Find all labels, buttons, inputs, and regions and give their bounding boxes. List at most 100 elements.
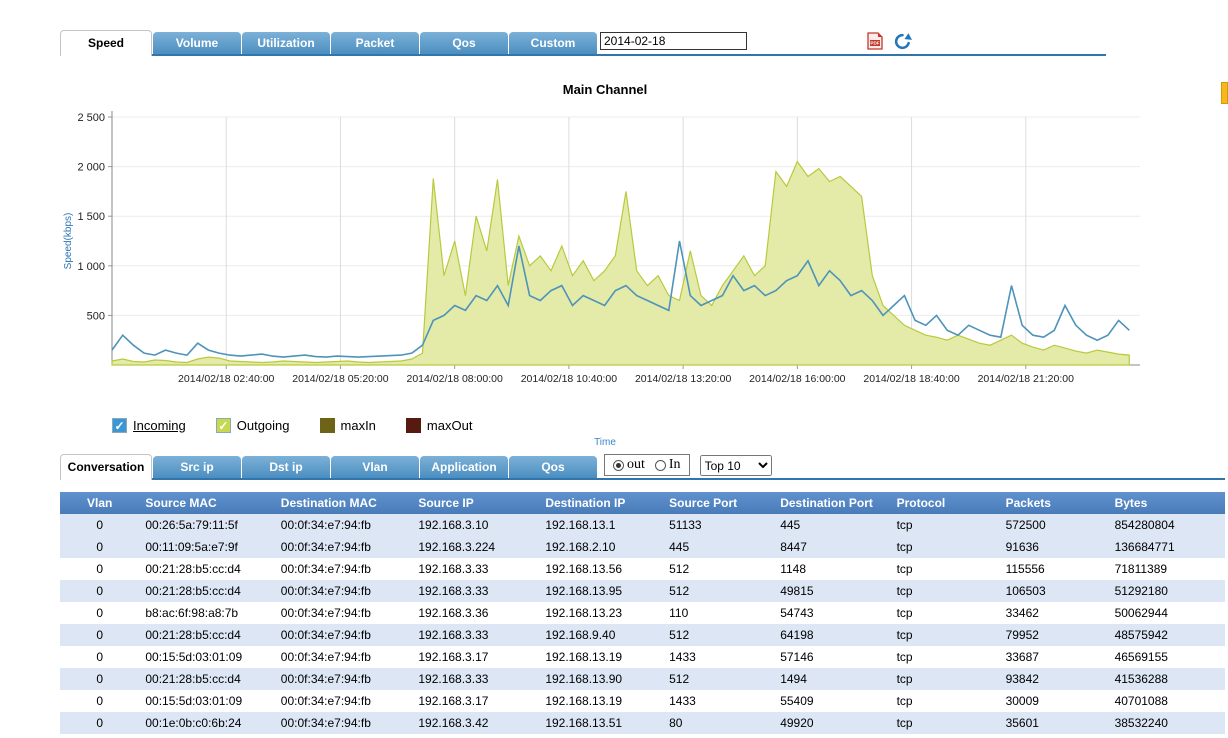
cell-protocol: tcp [891,580,1000,602]
cell-source-ip: 192.168.3.10 [412,514,539,536]
tab-conversation[interactable]: Conversation [60,454,152,480]
chart-panel: Main Channel 5001 0001 5002 0002 5002014… [60,82,1210,448]
legend-item-incoming[interactable]: ✓ Incoming [112,418,186,433]
cell-destination-port: 49815 [774,580,890,602]
cell-source-mac: 00:1e:0b:c0:6b:24 [139,712,274,734]
tab-src-ip[interactable]: Src ip [153,456,241,478]
cell-packets: 115556 [1000,558,1109,580]
legend-label: maxOut [427,418,473,433]
tab-qos-filter[interactable]: Qos [509,456,597,478]
tab-dst-ip[interactable]: Dst ip [242,456,330,478]
cell-destination-mac: 00:0f:34:e7:94:fb [275,536,413,558]
svg-text:2014/02/18 21:20:00: 2014/02/18 21:20:00 [978,373,1075,385]
table-row[interactable]: 000:21:28:b5:cc:d400:0f:34:e7:94:fb192.1… [60,558,1225,580]
table-header-row: Vlan Source MAC Destination MAC Source I… [60,492,1225,514]
svg-text:2014/02/18 13:20:00: 2014/02/18 13:20:00 [635,373,732,385]
cell-protocol: tcp [891,536,1000,558]
svg-text:2014/02/18 18:40:00: 2014/02/18 18:40:00 [863,373,960,385]
svg-text:2 500: 2 500 [77,112,105,124]
cell-vlan: 0 [60,536,139,558]
svg-text:1 000: 1 000 [77,261,105,273]
cell-source-port: 1433 [663,646,774,668]
legend-label: maxIn [341,418,376,433]
cell-source-mac: 00:21:28:b5:cc:d4 [139,624,274,646]
cell-vlan: 0 [60,580,139,602]
cell-destination-port: 55409 [774,690,890,712]
col-header-packets: Packets [1000,492,1109,514]
outgoing-checkbox-icon: ✓ [216,418,231,433]
table-row[interactable]: 000:15:5d:03:01:0900:0f:34:e7:94:fb192.1… [60,690,1225,712]
legend-item-outgoing[interactable]: ✓ Outgoing [216,418,290,433]
cell-bytes: 50062944 [1109,602,1225,624]
cell-vlan: 0 [60,712,139,734]
legend-item-maxout[interactable]: maxOut [406,418,473,433]
cell-destination-port: 64198 [774,624,890,646]
tab-application[interactable]: Application [420,456,508,478]
chart-title: Main Channel [60,82,1150,97]
cell-source-ip: 192.168.3.33 [412,668,539,690]
table-row[interactable]: 000:1e:0b:c0:6b:2400:0f:34:e7:94:fb192.1… [60,712,1225,734]
scrollbar-thumb[interactable] [1221,82,1228,104]
col-header-destination-mac: Destination MAC [275,492,413,514]
svg-text:2014/02/18 10:40:00: 2014/02/18 10:40:00 [521,373,618,385]
radio-out-label: out [627,457,645,473]
svg-text:2014/02/18 05:20:00: 2014/02/18 05:20:00 [292,373,389,385]
cell-vlan: 0 [60,624,139,646]
table-row[interactable]: 000:15:5d:03:01:0900:0f:34:e7:94:fb192.1… [60,646,1225,668]
tab-vlan[interactable]: Vlan [331,456,419,478]
tab-qos[interactable]: Qos [420,32,508,54]
cell-packets: 79952 [1000,624,1109,646]
table-row[interactable]: 000:26:5a:79:11:5f00:0f:34:e7:94:fb192.1… [60,514,1225,536]
cell-destination-mac: 00:0f:34:e7:94:fb [275,624,413,646]
cell-source-mac: 00:11:09:5a:e7:9f [139,536,274,558]
cell-destination-port: 1494 [774,668,890,690]
tab-speed[interactable]: Speed [60,30,152,56]
cell-packets: 93842 [1000,668,1109,690]
cell-protocol: tcp [891,712,1000,734]
cell-source-port: 512 [663,624,774,646]
cell-destination-ip: 192.168.13.95 [539,580,663,602]
cell-vlan: 0 [60,646,139,668]
cell-bytes: 71811389 [1109,558,1225,580]
main-page: Speed Volume Utilization Packet Qos Cust… [0,0,1228,734]
radio-in[interactable]: In [655,457,681,473]
svg-text:1 500: 1 500 [77,211,105,223]
tab-packet[interactable]: Packet [331,32,419,54]
cell-source-port: 80 [663,712,774,734]
x-axis-title: Time [60,437,1150,448]
cell-source-port: 512 [663,558,774,580]
cell-source-port: 512 [663,580,774,602]
cell-destination-mac: 00:0f:34:e7:94:fb [275,514,413,536]
tab-utilization[interactable]: Utilization [242,32,330,54]
table-row[interactable]: 0b8:ac:6f:98:a8:7b00:0f:34:e7:94:fb192.1… [60,602,1225,624]
radio-in-circle-icon [655,460,666,471]
cell-source-port: 512 [663,668,774,690]
table-row[interactable]: 000:21:28:b5:cc:d400:0f:34:e7:94:fb192.1… [60,624,1225,646]
chart-legend: ✓ Incoming ✓ Outgoing maxIn maxOut [112,418,1210,433]
col-header-source-mac: Source MAC [139,492,274,514]
tab-volume[interactable]: Volume [153,32,241,54]
conversation-table-body: 000:26:5a:79:11:5f00:0f:34:e7:94:fb192.1… [60,514,1225,734]
cell-protocol: tcp [891,514,1000,536]
cell-source-ip: 192.168.3.33 [412,558,539,580]
cell-destination-mac: 00:0f:34:e7:94:fb [275,580,413,602]
cell-packets: 35601 [1000,712,1109,734]
table-row[interactable]: 000:21:28:b5:cc:d400:0f:34:e7:94:fb192.1… [60,580,1225,602]
cell-destination-mac: 00:0f:34:e7:94:fb [275,646,413,668]
pdf-export-icon[interactable]: PDF [865,31,885,51]
speed-chart[interactable]: 5001 0001 5002 0002 5002014/02/18 02:40:… [60,105,1150,407]
table-row[interactable]: 000:21:28:b5:cc:d400:0f:34:e7:94:fb192.1… [60,668,1225,690]
col-header-destination-port: Destination Port [774,492,890,514]
refresh-icon[interactable] [893,32,912,51]
cell-protocol: tcp [891,668,1000,690]
top-n-select[interactable]: Top 10 [700,455,772,476]
cell-destination-port: 445 [774,514,890,536]
radio-out[interactable]: out [613,457,645,473]
date-input[interactable] [600,32,747,50]
table-row[interactable]: 000:11:09:5a:e7:9f00:0f:34:e7:94:fb192.1… [60,536,1225,558]
cell-packets: 91636 [1000,536,1109,558]
cell-bytes: 38532240 [1109,712,1225,734]
cell-bytes: 41536288 [1109,668,1225,690]
tab-custom[interactable]: Custom [509,32,597,54]
legend-item-maxin[interactable]: maxIn [320,418,376,433]
